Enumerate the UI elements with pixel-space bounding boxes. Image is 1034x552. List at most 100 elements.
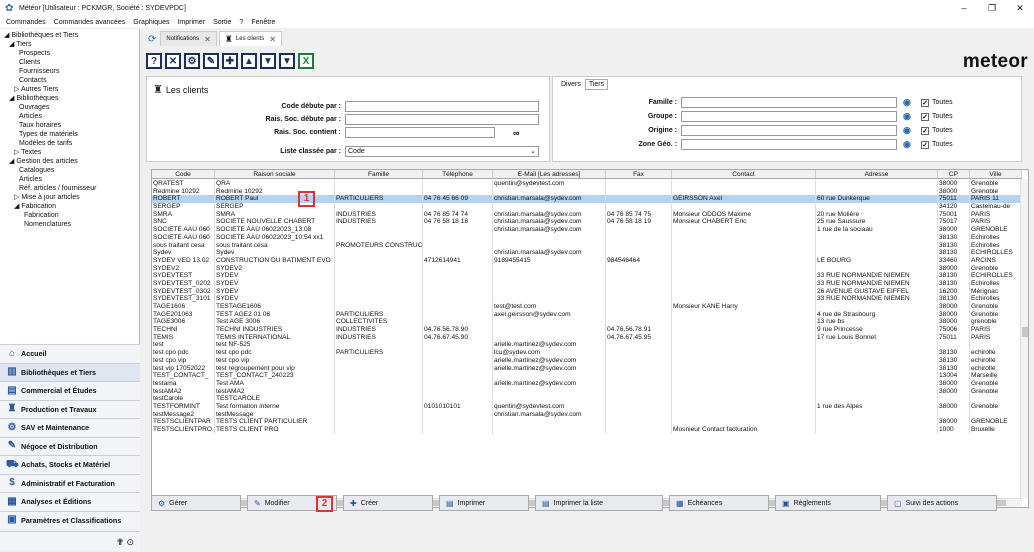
table-row[interactable]: SMRA SMRA INDUSTRIES 04 76 85 74 74 christia… bbox=[152, 210, 1022, 219]
table-row[interactable]: TAGE201063 TEST AGE2 01 06 PARTICULIERS axe… bbox=[152, 310, 1022, 319]
help-button[interactable]: ? bbox=[146, 53, 162, 69]
module-sav[interactable]: ⚙ SAV et Maintenance bbox=[0, 418, 140, 437]
menu-graphiques[interactable]: Graphiques bbox=[133, 19, 169, 26]
refresh-icon[interactable]: ◉ bbox=[903, 125, 915, 136]
cr-er-button[interactable]: ✚ Créer bbox=[343, 495, 433, 511]
table-row[interactable]: TAGE1606 TESTAGE1606 test@test.com Monsieur… bbox=[152, 303, 1022, 311]
module-analyses[interactable]: ▦ Analyses et Éditions bbox=[0, 492, 140, 511]
module-achats[interactable]: ⛟ Achats, Stocks et Matériel bbox=[0, 455, 140, 474]
checkbox[interactable]: ✓ bbox=[921, 112, 929, 121]
tree-item[interactable]: Taux horaires bbox=[4, 121, 138, 130]
tree-item[interactable]: Modèles de tarifs bbox=[4, 139, 138, 148]
column-header-0[interactable]: Code bbox=[152, 170, 215, 178]
table-row[interactable]: ROBERT ROBERT Paul PARTICULIERS 04 76 45 66… bbox=[152, 195, 1022, 204]
tree-item[interactable]: Ouvrages bbox=[4, 103, 138, 112]
column-header-9[interactable]: Ville bbox=[970, 170, 1022, 178]
tab-tiers[interactable]: Tiers bbox=[584, 79, 609, 90]
maximize-button[interactable]: ❐ bbox=[978, 0, 1006, 17]
close-window-button[interactable]: ✕ bbox=[1006, 0, 1034, 17]
tree-item[interactable]: ◢ Gestion des articles bbox=[4, 157, 138, 166]
table-row[interactable]: QRATEST QRA quentin@sydevtest.com 38000 Gren… bbox=[152, 180, 1022, 188]
r-glements-button[interactable]: ▣ Règlements bbox=[775, 495, 881, 511]
menu-sortie[interactable]: Sortie bbox=[213, 19, 231, 26]
module-admin[interactable]: $ Administratif et Facturation bbox=[0, 473, 140, 492]
code-input[interactable] bbox=[345, 101, 539, 112]
scroll-thumb[interactable] bbox=[1022, 327, 1028, 337]
rais-input[interactable] bbox=[345, 114, 539, 125]
table-row[interactable]: sous traitant cesa sous traitant cesa PROM… bbox=[152, 241, 1022, 250]
module-params[interactable]: ▣ Paramètres et Classifications bbox=[0, 510, 140, 529]
tree-item[interactable]: Prospects bbox=[4, 49, 138, 58]
collapse-icon[interactable]: ⊙ bbox=[126, 537, 134, 547]
sort-select[interactable]: Code ⌄ bbox=[345, 146, 539, 157]
refresh-icon[interactable]: ◉ bbox=[903, 111, 915, 122]
binoculars-icon[interactable]: ∞ bbox=[513, 128, 519, 138]
refresh-icon[interactable]: ◉ bbox=[903, 97, 915, 108]
filter-input[interactable] bbox=[681, 125, 897, 136]
table-row[interactable]: SYDEVTEST SYDEV 33 RUE NORMANDIE NIEMEN 381… bbox=[152, 272, 1022, 280]
column-header-2[interactable]: Famille bbox=[335, 170, 423, 178]
settings-button[interactable]: ⚙ bbox=[184, 53, 200, 69]
tree-item[interactable]: ◢ Tiers bbox=[4, 40, 138, 49]
tree-item[interactable]: ▷ Autres Tiers bbox=[4, 85, 138, 94]
column-header-1[interactable]: Raison sociale bbox=[215, 170, 335, 178]
checkbox[interactable]: ✓ bbox=[921, 98, 929, 107]
move-down-button[interactable]: ▼ bbox=[260, 53, 276, 69]
minimize-button[interactable]: – bbox=[950, 0, 978, 17]
table-row[interactable]: test vip 17052022 test regroupement pour … bbox=[152, 364, 1022, 373]
module-home[interactable]: ⌂ Accueil bbox=[0, 344, 140, 363]
menu-fenetre[interactable]: Fenêtre bbox=[251, 19, 275, 26]
tree-item[interactable]: Contacts bbox=[4, 76, 138, 85]
imprimer-button[interactable]: ▤ Imprimer bbox=[439, 495, 529, 511]
rais-contains-input[interactable] bbox=[345, 127, 495, 138]
module-negoce[interactable]: ✎ Négoce et Distribution bbox=[0, 436, 140, 455]
tree-item[interactable]: Catalogues bbox=[4, 166, 138, 175]
table-row[interactable]: SYDEV2 SYDEV2 38000 Grenoble bbox=[152, 264, 1022, 273]
tree-item[interactable]: Articles bbox=[4, 112, 138, 121]
column-header-8[interactable]: CP bbox=[938, 170, 970, 178]
tree-item[interactable]: Fournisseurs bbox=[4, 67, 138, 76]
tree-item[interactable]: Nomenclatures bbox=[4, 220, 138, 229]
tree-item[interactable]: Réf. articles / fournisseur bbox=[4, 184, 138, 193]
imprimer-la-liste-button[interactable]: ▤ Imprimer la liste bbox=[535, 495, 663, 511]
table-row[interactable]: SNC SOCIETE NOUVELLE CHABERT INDUSTRIES 04 … bbox=[152, 218, 1022, 227]
menu-commandes[interactable]: Commandes bbox=[6, 19, 46, 26]
column-header-7[interactable]: Adresse bbox=[816, 170, 938, 178]
edit-button[interactable]: ✎ bbox=[203, 53, 219, 69]
column-header-4[interactable]: E-Mail [Les adresses] bbox=[493, 170, 606, 178]
table-row[interactable]: TESTFORMINT Test formation interne 0101010… bbox=[152, 402, 1022, 411]
table-row[interactable]: test cpo pdc test cpo pdc PARTICULIERS lcu@… bbox=[152, 349, 1022, 357]
table-row[interactable]: test cpo vip test cpo vip arielle.martinez… bbox=[152, 356, 1022, 365]
table-row[interactable]: TAGE3006 Test AGE 3006 COLLECTIVITES 13 rue… bbox=[152, 318, 1022, 327]
filter-input[interactable] bbox=[681, 139, 897, 150]
table-row[interactable]: SOCIETE AAU 060 SOCIETE AAU 06022023_13:0… bbox=[152, 226, 1022, 234]
tab-notifications[interactable]: Notifications ✕ bbox=[160, 31, 217, 46]
column-header-3[interactable]: Téléphone bbox=[423, 170, 493, 178]
g-rer-button[interactable]: ⚙ Gérer bbox=[151, 495, 241, 511]
table-row[interactable]: testCarole TESTCAROLE bbox=[152, 395, 1022, 403]
close-icon[interactable]: ✕ bbox=[269, 35, 276, 44]
table-row[interactable]: Sydev Sydev christian.marsala@sydev.com 381… bbox=[152, 249, 1022, 257]
table-row[interactable]: SYDEVTEST_0302 SYDEV 26 AVENUE GUSTAVE EIF… bbox=[152, 287, 1022, 296]
tree-item[interactable]: Articles bbox=[4, 175, 138, 184]
tree-item[interactable]: ◢ Bibliothèques bbox=[4, 94, 138, 103]
table-row[interactable]: SOCIETE AAU 060 SOCIETE AAU 06022023_10:5… bbox=[152, 233, 1022, 242]
tree-item[interactable]: ◢ Fabrication bbox=[4, 202, 138, 211]
tree-item[interactable]: ▷ Mise à jour articles bbox=[4, 193, 138, 202]
table-row[interactable]: TECHNI TECHNI INDUSTRIES INDUSTRIES 04.76.5… bbox=[152, 326, 1022, 334]
table-row[interactable]: TESTSCLIENTPRO TESTS CLIENT PRO Mosnieur C… bbox=[152, 426, 1022, 434]
module-library[interactable]: ▥ Bibliothèques et Tiers bbox=[0, 362, 140, 381]
ech-ances-button[interactable]: ▦ Echéances bbox=[669, 495, 769, 511]
tab-divers[interactable]: Divers bbox=[557, 79, 585, 90]
tab-les-clients[interactable]: ♜ Les clients ✕ bbox=[218, 31, 282, 46]
table-row[interactable]: testMessage2 testMessage christian.marsala… bbox=[152, 410, 1022, 419]
module-commercial[interactable]: ▤ Commercial et Études bbox=[0, 381, 140, 400]
suivi-des-actions-button[interactable]: ▢ Suivi des actions bbox=[887, 495, 997, 511]
tree-item[interactable]: ▷ Textes bbox=[4, 148, 138, 157]
table-row[interactable]: testAMA2 testAMA2 38000 Grenoble bbox=[152, 387, 1022, 396]
add-button[interactable]: ✚ bbox=[222, 53, 238, 69]
table-row[interactable]: testama Test AMA arielle.martinez@sydev.co… bbox=[152, 379, 1022, 388]
column-header-6[interactable]: Contact bbox=[672, 170, 816, 178]
close-icon[interactable]: ✕ bbox=[204, 35, 211, 44]
menu-help[interactable]: ? bbox=[239, 19, 243, 26]
